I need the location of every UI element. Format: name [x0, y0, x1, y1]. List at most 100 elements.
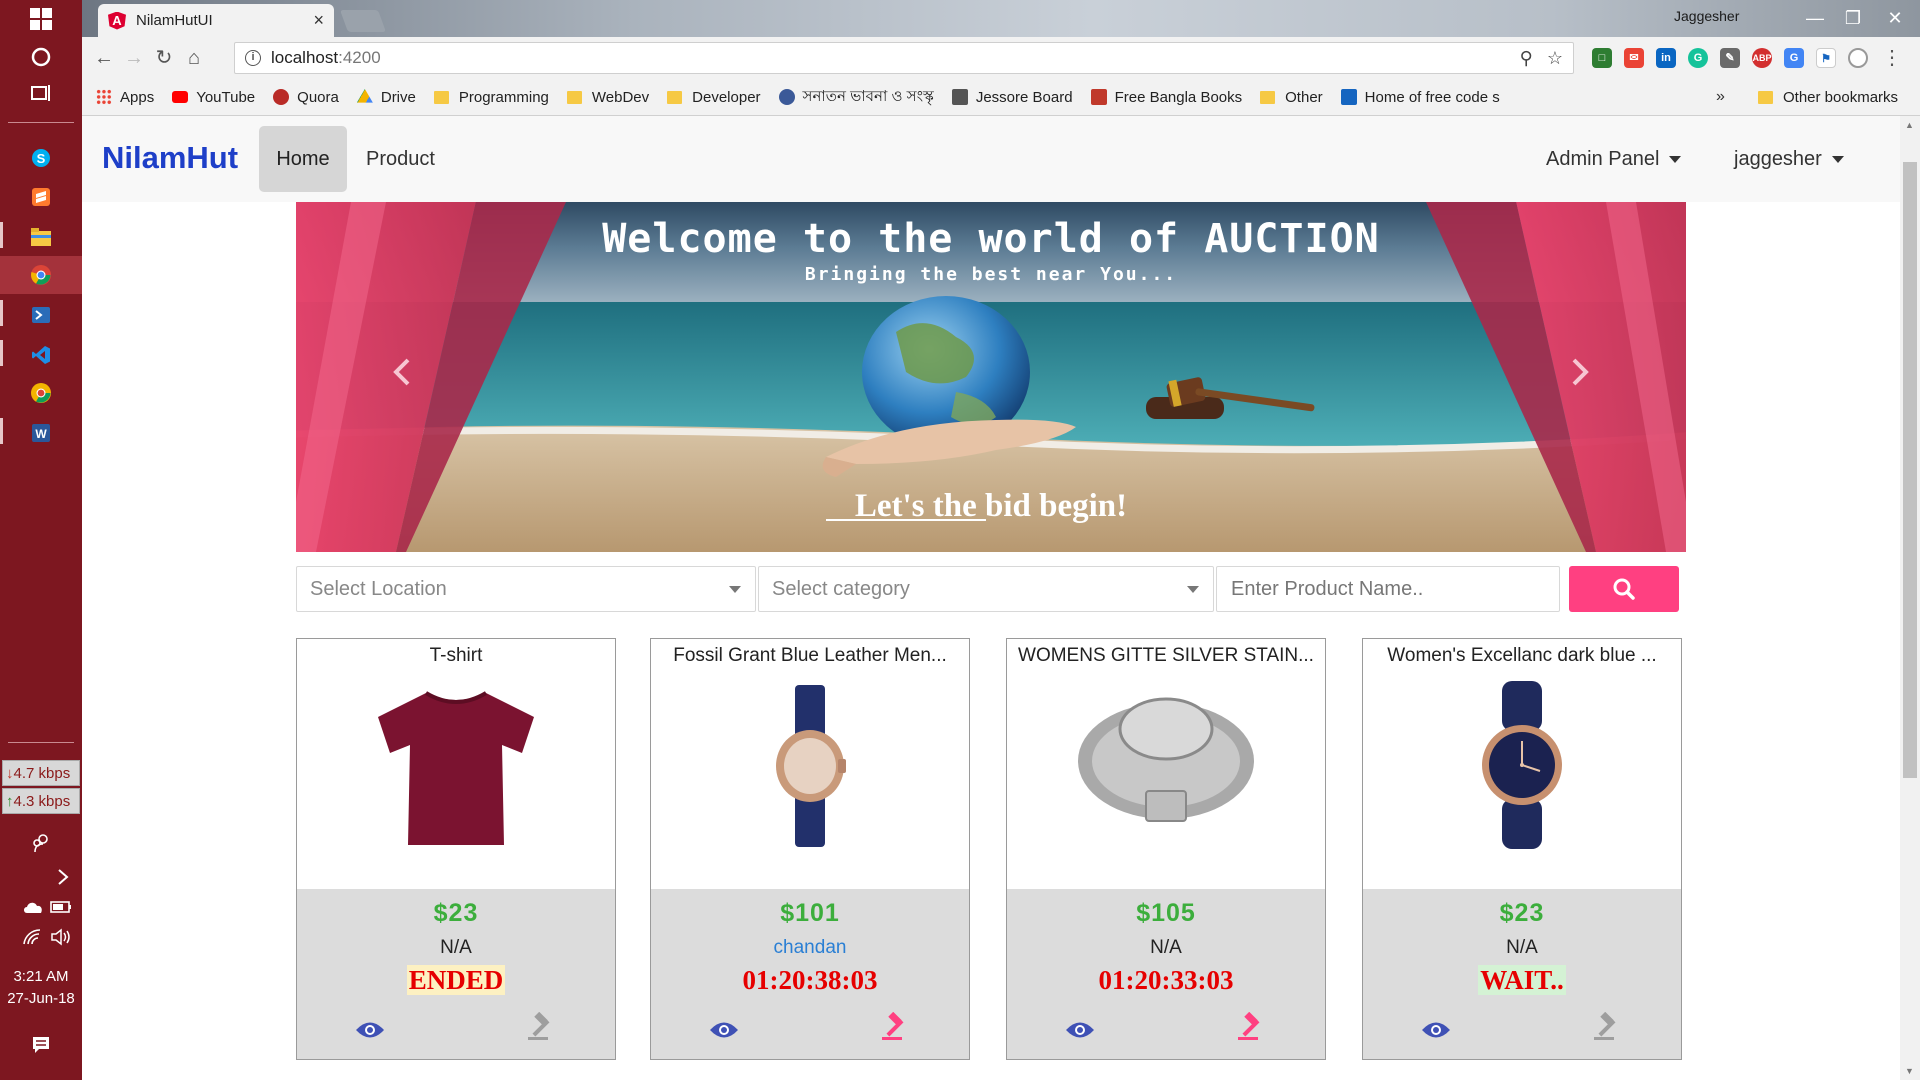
- bookmark-star-icon[interactable]: ☆: [1547, 48, 1563, 69]
- powershell-icon[interactable]: [26, 300, 56, 330]
- adblock-plus-icon[interactable]: ABP: [1752, 48, 1772, 68]
- product-image[interactable]: [1422, 681, 1622, 849]
- word-icon[interactable]: W: [26, 418, 56, 448]
- sublime-text-icon[interactable]: [26, 182, 56, 212]
- carousel-prev-icon[interactable]: [382, 352, 422, 392]
- brand-logo[interactable]: NilamHut: [102, 140, 238, 176]
- restore-icon[interactable]: ❐: [1830, 4, 1876, 32]
- bookmark-programming[interactable]: Programming: [433, 89, 549, 106]
- file-explorer-icon[interactable]: [26, 222, 56, 252]
- reload-icon[interactable]: ↻: [152, 46, 176, 70]
- bookmark-apps[interactable]: Apps: [96, 89, 154, 106]
- battery-icon[interactable]: [46, 892, 76, 922]
- bid-gavel-icon[interactable]: [879, 1012, 909, 1042]
- clock-time[interactable]: 3:21 AM: [0, 968, 82, 985]
- scroll-thumb[interactable]: [1903, 162, 1917, 778]
- vscode-icon[interactable]: [26, 340, 56, 370]
- highest-bidder[interactable]: chandan: [651, 937, 969, 959]
- extension-screen-icon[interactable]: □: [1592, 48, 1612, 68]
- page-scrollbar[interactable]: ▲ ▼: [1900, 116, 1920, 1080]
- key-icon[interactable]: ⚲: [1520, 48, 1533, 69]
- window-close-icon[interactable]: ✕: [1872, 4, 1918, 32]
- product-name[interactable]: WOMENS GITTE SILVER STAIN...: [1007, 645, 1325, 667]
- google-translate-icon[interactable]: G: [1784, 48, 1804, 68]
- forward-icon[interactable]: →: [122, 46, 146, 70]
- bookmark-developer[interactable]: Developer: [667, 89, 761, 106]
- profile-name[interactable]: Jaggesher: [1674, 8, 1739, 24]
- cortana-icon[interactable]: [26, 42, 56, 72]
- chrome-menu-icon[interactable]: ⋮: [1880, 46, 1904, 70]
- task-view-icon[interactable]: [26, 78, 56, 108]
- quora-icon: [273, 89, 290, 105]
- bookmark-webdev[interactable]: WebDev: [566, 89, 649, 106]
- view-eye-icon[interactable]: [355, 1019, 385, 1041]
- linkedin-icon[interactable]: in: [1656, 48, 1676, 68]
- other-bookmarks[interactable]: Other bookmarks: [1758, 79, 1898, 116]
- bookmark-drive[interactable]: Drive: [356, 89, 416, 106]
- home-icon[interactable]: ⌂: [182, 46, 206, 70]
- profile-avatar-icon[interactable]: [1848, 48, 1868, 68]
- bid-gavel-icon[interactable]: [1591, 1012, 1621, 1042]
- product-name[interactable]: T-shirt: [297, 645, 615, 667]
- bid-gavel-icon[interactable]: [1235, 1012, 1265, 1042]
- browser-tab[interactable]: A NilamHutUI ×: [98, 4, 334, 37]
- view-eye-icon[interactable]: [1421, 1019, 1451, 1041]
- category-select[interactable]: Select category: [758, 566, 1214, 612]
- onedrive-icon[interactable]: [18, 892, 48, 922]
- product-name[interactable]: Women's Excellanc dark blue ...: [1363, 645, 1681, 667]
- new-tab-button[interactable]: [339, 10, 387, 32]
- close-tab-icon[interactable]: ×: [313, 10, 324, 31]
- product-image[interactable]: [356, 681, 556, 849]
- bookmark-free-bangla-books[interactable]: Free Bangla Books: [1090, 89, 1242, 106]
- product-card[interactable]: Fossil Grant Blue Leather Men... $101 ch…: [650, 638, 970, 1060]
- location-select[interactable]: Select Location: [296, 566, 756, 612]
- bookmark-quora[interactable]: Quora: [273, 89, 339, 106]
- extension-flag-icon[interactable]: ⚑: [1816, 48, 1836, 68]
- chrome-canary-icon[interactable]: [26, 378, 56, 408]
- back-icon[interactable]: ←: [92, 46, 116, 70]
- people-icon[interactable]: [26, 828, 56, 858]
- chrome-taskbar-icon[interactable]: [0, 256, 82, 294]
- product-name-input[interactable]: Enter Product Name..: [1216, 566, 1560, 612]
- site-info-icon[interactable]: i: [245, 50, 261, 66]
- bid-gavel-icon[interactable]: [525, 1012, 555, 1042]
- pen-icon[interactable]: ✎: [1720, 48, 1740, 68]
- drive-icon: [356, 89, 373, 103]
- scroll-up-icon[interactable]: ▲: [1905, 120, 1914, 130]
- folder-icon: [566, 90, 582, 104]
- carousel-next-icon[interactable]: [1560, 352, 1600, 392]
- skype-icon[interactable]: S: [26, 143, 56, 173]
- grammarly-icon[interactable]: G: [1688, 48, 1708, 68]
- chevron-right-icon[interactable]: [48, 862, 78, 892]
- product-image[interactable]: [1066, 681, 1266, 849]
- address-bar[interactable]: i localhost:4200 ⚲ ☆: [234, 42, 1574, 74]
- scroll-down-icon[interactable]: ▼: [1905, 1066, 1914, 1076]
- admin-panel-dropdown[interactable]: Admin Panel: [1546, 126, 1682, 192]
- book-icon: [1090, 89, 1107, 105]
- hero-carousel: Welcome to the world of AUCTION Bringing…: [296, 202, 1686, 552]
- user-dropdown[interactable]: jaggesher: [1734, 126, 1844, 192]
- wifi-icon[interactable]: [18, 922, 48, 952]
- gmail-icon[interactable]: ✉: [1624, 48, 1644, 68]
- nav-product[interactable]: Product: [366, 126, 435, 192]
- bookmark-other[interactable]: Other: [1260, 89, 1323, 106]
- bookmark-sanatan[interactable]: সনাতন ভাবনা ও সংস্কৃ: [778, 85, 934, 110]
- product-card[interactable]: Women's Excellanc dark blue ... $23 N/A …: [1362, 638, 1682, 1060]
- product-name[interactable]: Fossil Grant Blue Leather Men...: [651, 645, 969, 667]
- product-image[interactable]: [710, 681, 910, 849]
- search-button[interactable]: [1569, 566, 1679, 612]
- view-eye-icon[interactable]: [709, 1019, 739, 1041]
- product-card[interactable]: T-shirt $23 N/A ENDED: [296, 638, 616, 1060]
- volume-icon[interactable]: [46, 922, 76, 952]
- clock-date[interactable]: 27-Jun-18: [0, 990, 82, 1007]
- windows-start-icon[interactable]: [26, 4, 56, 34]
- product-card[interactable]: WOMENS GITTE SILVER STAIN... $105 N/A 01…: [1006, 638, 1326, 1060]
- action-center-icon[interactable]: [26, 1030, 56, 1060]
- nav-home[interactable]: Home: [259, 126, 347, 192]
- bookmark-jessore-board[interactable]: Jessore Board: [951, 89, 1073, 106]
- more-bookmarks-icon[interactable]: »: [1716, 88, 1725, 106]
- bookmark-youtube[interactable]: YouTube: [172, 89, 255, 106]
- caret-down-icon: [1831, 156, 1844, 164]
- view-eye-icon[interactable]: [1065, 1019, 1095, 1041]
- bookmark-freecodecamp[interactable]: Home of free code s: [1340, 89, 1500, 106]
